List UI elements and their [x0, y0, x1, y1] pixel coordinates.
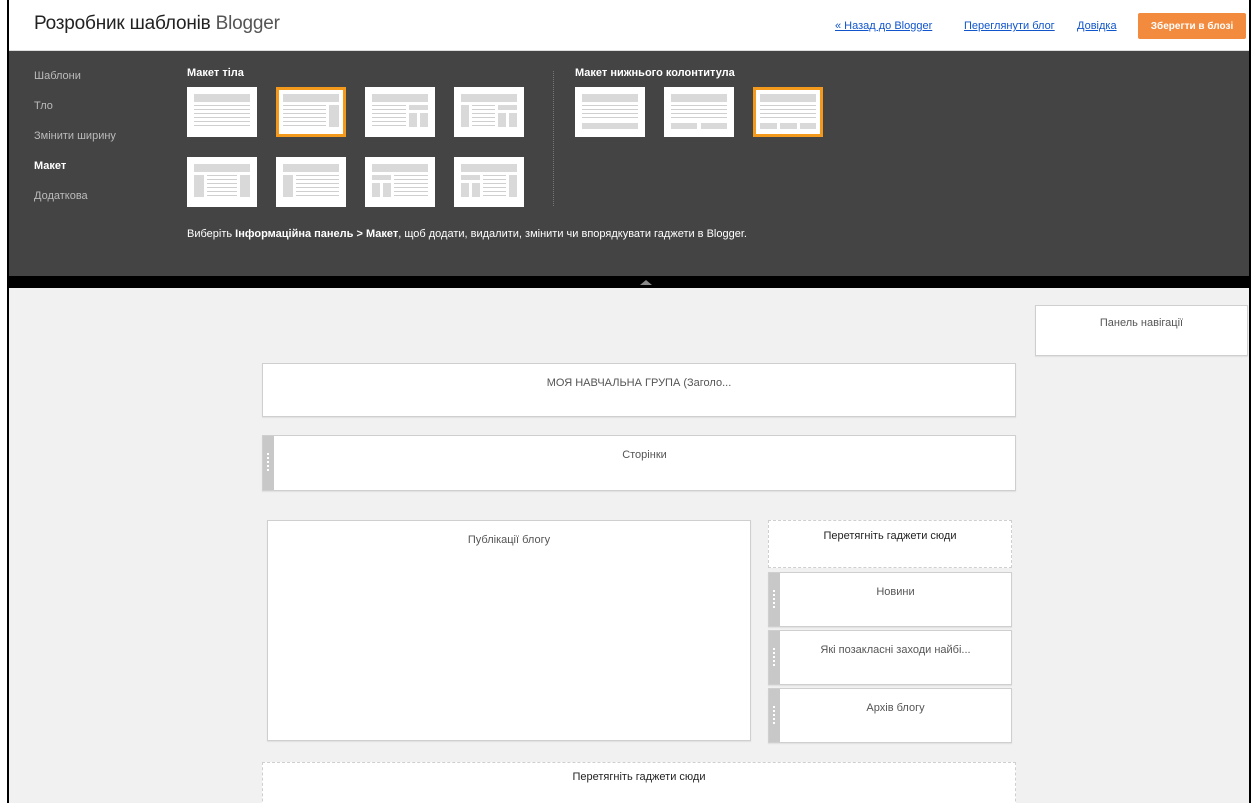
- sidebar-drop-zone-label: Перетягніть гаджети сюди: [823, 530, 957, 542]
- body-layout-option-1[interactable]: [187, 87, 257, 137]
- news-gadget[interactable]: Новини: [768, 572, 1012, 627]
- body-layout-option-5[interactable]: [187, 157, 257, 207]
- sidebar-item-templates[interactable]: Шаблони: [34, 70, 81, 82]
- collapse-arrow-icon[interactable]: [640, 280, 652, 285]
- panel-divider: [553, 71, 554, 206]
- poll-gadget[interactable]: Які позакласні заходи найбі...: [768, 630, 1012, 685]
- drag-handle[interactable]: [769, 573, 780, 626]
- drag-handle[interactable]: [769, 631, 780, 684]
- pages-gadget-label: Сторінки: [622, 449, 667, 461]
- footer-drop-zone-label: Перетягніть гаджети сюди: [572, 771, 706, 783]
- app-title: Розробник шаблонів Blogger: [34, 13, 280, 35]
- help-link[interactable]: Довідка: [1077, 20, 1117, 32]
- footer-layout-option-3[interactable]: [753, 87, 823, 137]
- layout-hint-text: Виберіть Інформаційна панель > Макет, що…: [187, 228, 747, 240]
- pages-gadget[interactable]: Сторінки: [262, 435, 1016, 491]
- header-gadget[interactable]: МОЯ НАВЧАЛЬНА ГРУПА (Заголо...: [262, 363, 1016, 417]
- footer-layout-option-2[interactable]: [664, 87, 734, 137]
- app-title-main: Розробник шаблонів: [34, 13, 211, 34]
- body-layout-option-3[interactable]: [365, 87, 435, 137]
- sidebar-item-adjust-widths[interactable]: Змінити ширину: [34, 130, 116, 142]
- body-layout-title: Макет тіла: [187, 67, 244, 79]
- body-layout-option-6[interactable]: [276, 157, 346, 207]
- drag-handle[interactable]: [263, 436, 274, 490]
- body-layout-option-2[interactable]: [276, 87, 346, 137]
- footer-drop-zone[interactable]: Перетягніть гаджети сюди: [262, 762, 1016, 803]
- drag-handle[interactable]: [769, 689, 780, 742]
- view-blog-link[interactable]: Переглянути блог: [964, 20, 1055, 32]
- navbar-gadget-label: Панель навігації: [1099, 317, 1184, 329]
- blog-posts-gadget-label: Публікації блогу: [467, 534, 551, 546]
- blog-archive-gadget-label: Архів блогу: [866, 702, 925, 714]
- template-designer-window: Розробник шаблонів Blogger « Назад до Bl…: [7, 0, 1251, 803]
- design-panel: Шаблони Тло Змінити ширину Макет Додатко…: [9, 51, 1249, 276]
- news-gadget-label: Новини: [876, 586, 915, 598]
- footer-layout-title: Макет нижнього колонтитула: [575, 67, 735, 79]
- back-to-blogger-link[interactable]: « Назад до Blogger: [835, 20, 932, 32]
- body-layout-option-8[interactable]: [454, 157, 524, 207]
- body-layout-option-7[interactable]: [365, 157, 435, 207]
- app-title-brand: Blogger: [215, 13, 280, 34]
- sidebar-drop-zone[interactable]: Перетягніть гаджети сюди: [768, 520, 1012, 568]
- blog-posts-gadget[interactable]: Публікації блогу: [267, 520, 751, 741]
- blog-archive-gadget[interactable]: Архів блогу: [768, 688, 1012, 743]
- navbar-gadget[interactable]: Панель навігації: [1035, 305, 1248, 356]
- panel-collapse-bar[interactable]: [9, 276, 1249, 288]
- footer-layout-option-1[interactable]: [575, 87, 645, 137]
- sidebar-item-layout[interactable]: Макет: [34, 160, 66, 172]
- save-to-blog-button[interactable]: Зберегти в блозі: [1138, 13, 1246, 39]
- poll-gadget-label: Які позакласні заходи найбі...: [820, 644, 971, 656]
- body-layout-option-4[interactable]: [454, 87, 524, 137]
- header-gadget-label: МОЯ НАВЧАЛЬНА ГРУПА (Заголо...: [546, 377, 732, 389]
- sidebar-item-background[interactable]: Тло: [34, 100, 53, 112]
- sidebar-item-advanced[interactable]: Додаткова: [34, 190, 88, 202]
- top-bar: Розробник шаблонів Blogger « Назад до Bl…: [9, 0, 1249, 51]
